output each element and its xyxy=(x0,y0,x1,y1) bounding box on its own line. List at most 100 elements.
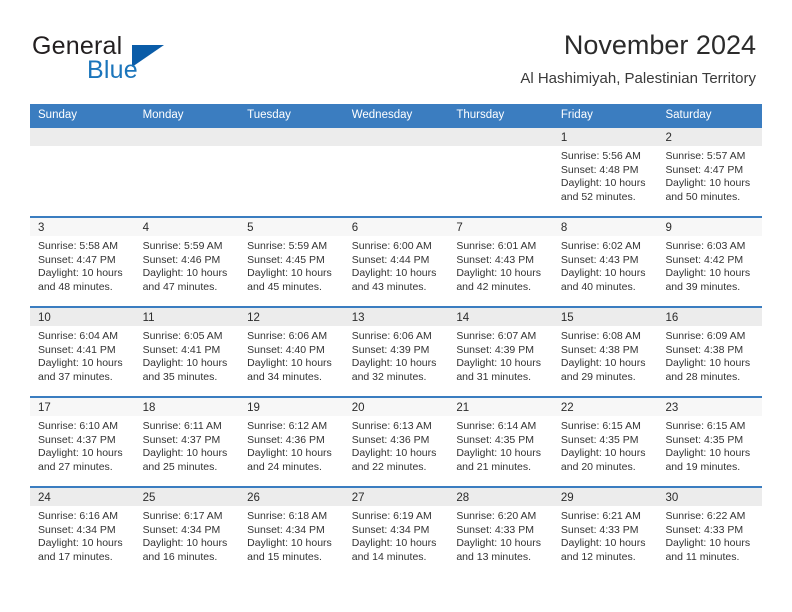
sunrise-text: Sunrise: 6:04 AM xyxy=(38,330,118,342)
daylight-text-line2: and 13 minutes. xyxy=(456,550,532,563)
sunrise-text: Sunrise: 5:59 AM xyxy=(142,240,223,252)
calendar-day-cell[interactable]: 24 Sunrise: 6:16 AM Sunset: 4:34 PM Dayligh… xyxy=(30,488,135,576)
day-number-band: 26 xyxy=(239,488,344,506)
calendar-day-cell[interactable]: 19 Sunrise: 6:12 AM Sunset: 4:36 PM Dayligh… xyxy=(239,398,344,486)
calendar-day-cell[interactable]: 7 Sunrise: 6:01 AM Sunset: 4:43 PM Daylight… xyxy=(448,218,553,306)
calendar-day-cell[interactable]: 5 Sunrise: 5:59 AM Sunset: 4:45 PM Daylight… xyxy=(239,218,344,306)
day-number: 22 xyxy=(560,402,574,414)
day-number-band: 10 xyxy=(30,308,135,326)
calendar-day-cell[interactable]: 2 Sunrise: 5:57 AM Sunset: 4:47 PM Daylight… xyxy=(657,128,763,216)
calendar-day-cell[interactable]: 3 Sunrise: 5:58 AM Sunset: 4:47 PM Daylight… xyxy=(30,218,135,306)
calendar-day-cell[interactable]: 28 Sunrise: 6:20 AM Sunset: 4:33 PM Dayligh… xyxy=(448,488,553,576)
day-number-band: 18 xyxy=(134,398,240,416)
day-number-band: 15 xyxy=(552,308,658,326)
calendar-day-cell[interactable]: 20 Sunrise: 6:13 AM Sunset: 4:36 PM Dayligh… xyxy=(343,398,449,486)
daylight-text-line1: Daylight: 10 hours xyxy=(665,177,751,190)
calendar-page: General Blue November 2024 Al Hashimiyah… xyxy=(0,0,792,612)
calendar-day-cell[interactable]: 30 Sunrise: 6:22 AM Sunset: 4:33 PM Dayligh… xyxy=(657,488,763,576)
calendar-day-cell[interactable]: 1 Sunrise: 5:56 AM Sunset: 4:48 PM Daylight… xyxy=(552,128,658,216)
calendar-day-cell[interactable]: 4 Sunrise: 5:59 AM Sunset: 4:46 PM Daylight… xyxy=(134,218,240,306)
daylight-text-line1: Daylight: 10 hours xyxy=(456,447,541,460)
calendar-day-cell[interactable]: 21 Sunrise: 6:14 AM Sunset: 4:35 PM Dayligh… xyxy=(448,398,553,486)
brand-logo[interactable]: General Blue xyxy=(32,32,262,88)
day-sun-info: Sunrise: 6:17 AM Sunset: 4:34 PM Daylight:… xyxy=(135,506,240,564)
sunrise-text: Sunrise: 6:11 AM xyxy=(142,420,222,432)
daylight-text-line1: Daylight: 10 hours xyxy=(247,267,332,280)
sunrise-text: Sunrise: 6:08 AM xyxy=(560,330,641,342)
day-number-band: 12 xyxy=(239,308,344,326)
day-sun-info: Sunrise: 6:15 AM Sunset: 4:35 PM Daylight:… xyxy=(657,416,762,474)
sunset-text: Sunset: 4:33 PM xyxy=(560,523,639,536)
sunrise-text: Sunrise: 6:21 AM xyxy=(560,510,641,522)
day-number-band xyxy=(343,128,449,146)
calendar-day-cell-empty xyxy=(239,128,344,216)
daylight-text-line2: and 43 minutes. xyxy=(351,280,427,293)
daylight-text-line1: Daylight: 10 hours xyxy=(247,537,332,550)
weekday-header-sunday: Sunday xyxy=(38,109,78,121)
sunrise-text: Sunrise: 5:59 AM xyxy=(247,240,328,252)
sunrise-text: Sunrise: 5:57 AM xyxy=(665,150,746,162)
day-sun-info: Sunrise: 6:07 AM Sunset: 4:39 PM Daylight:… xyxy=(448,326,553,384)
daylight-text-line1: Daylight: 10 hours xyxy=(560,537,646,550)
sunset-text: Sunset: 4:41 PM xyxy=(38,343,116,356)
day-number-band: 20 xyxy=(343,398,449,416)
daylight-text-line1: Daylight: 10 hours xyxy=(456,537,541,550)
calendar-day-cell[interactable]: 17 Sunrise: 6:10 AM Sunset: 4:37 PM Dayligh… xyxy=(30,398,135,486)
sunrise-text: Sunrise: 6:01 AM xyxy=(456,240,537,252)
calendar-day-cell[interactable]: 15 Sunrise: 6:08 AM Sunset: 4:38 PM Dayligh… xyxy=(552,308,658,396)
calendar-day-cell[interactable]: 11 Sunrise: 6:05 AM Sunset: 4:41 PM Dayligh… xyxy=(134,308,240,396)
day-sun-info: Sunrise: 5:57 AM Sunset: 4:47 PM Daylight:… xyxy=(657,146,762,204)
day-number-band: 13 xyxy=(343,308,449,326)
calendar-day-cell[interactable]: 8 Sunrise: 6:02 AM Sunset: 4:43 PM Daylight… xyxy=(552,218,658,306)
calendar-grid: Sunday Monday Tuesday Wednesday Thursday… xyxy=(30,104,763,576)
sunset-text: Sunset: 4:47 PM xyxy=(38,253,116,266)
daylight-text-line2: and 19 minutes. xyxy=(665,460,741,473)
daylight-text-line2: and 50 minutes. xyxy=(665,190,741,203)
calendar-day-cell[interactable]: 6 Sunrise: 6:00 AM Sunset: 4:44 PM Daylight… xyxy=(343,218,449,306)
day-number: 4 xyxy=(142,222,149,234)
sunrise-text: Sunrise: 6:14 AM xyxy=(456,420,537,432)
day-number: 13 xyxy=(351,312,365,324)
day-number: 17 xyxy=(38,402,51,414)
calendar-day-cell[interactable]: 29 Sunrise: 6:21 AM Sunset: 4:33 PM Dayligh… xyxy=(552,488,658,576)
sunset-text: Sunset: 4:38 PM xyxy=(665,343,744,356)
daylight-text-line1: Daylight: 10 hours xyxy=(560,267,646,280)
sunrise-text: Sunrise: 6:00 AM xyxy=(351,240,432,252)
day-sun-info: Sunrise: 6:11 AM Sunset: 4:37 PM Daylight:… xyxy=(135,416,240,474)
day-sun-info: Sunrise: 6:00 AM Sunset: 4:44 PM Daylight:… xyxy=(344,236,449,294)
daylight-text-line1: Daylight: 10 hours xyxy=(247,447,332,460)
day-sun-info: Sunrise: 6:18 AM Sunset: 4:34 PM Daylight:… xyxy=(239,506,344,564)
day-number-band: 14 xyxy=(448,308,553,326)
day-sun-info: Sunrise: 6:16 AM Sunset: 4:34 PM Daylight:… xyxy=(30,506,135,564)
calendar-day-cell[interactable]: 13 Sunrise: 6:06 AM Sunset: 4:39 PM Dayligh… xyxy=(343,308,449,396)
calendar-day-cell[interactable]: 26 Sunrise: 6:18 AM Sunset: 4:34 PM Dayligh… xyxy=(239,488,344,576)
day-sun-info: Sunrise: 6:08 AM Sunset: 4:38 PM Daylight:… xyxy=(553,326,658,384)
day-number-band: 24 xyxy=(30,488,135,506)
daylight-text-line2: and 40 minutes. xyxy=(560,280,636,293)
day-number: 7 xyxy=(456,222,463,234)
day-number: 10 xyxy=(38,312,51,324)
calendar-day-cell[interactable]: 16 Sunrise: 6:09 AM Sunset: 4:38 PM Dayligh… xyxy=(657,308,763,396)
daylight-text-line1: Daylight: 10 hours xyxy=(142,537,228,550)
calendar-day-cell[interactable]: 18 Sunrise: 6:11 AM Sunset: 4:37 PM Dayligh… xyxy=(134,398,240,486)
calendar-day-cell[interactable]: 14 Sunrise: 6:07 AM Sunset: 4:39 PM Dayligh… xyxy=(448,308,553,396)
calendar-day-cell[interactable]: 10 Sunrise: 6:04 AM Sunset: 4:41 PM Dayligh… xyxy=(30,308,135,396)
calendar-day-cell[interactable]: 25 Sunrise: 6:17 AM Sunset: 4:34 PM Dayligh… xyxy=(134,488,240,576)
day-number-band: 4 xyxy=(134,218,240,236)
daylight-text-line1: Daylight: 10 hours xyxy=(456,357,541,370)
daylight-text-line2: and 37 minutes. xyxy=(38,370,113,383)
daylight-text-line2: and 16 minutes. xyxy=(142,550,218,563)
daylight-text-line2: and 35 minutes. xyxy=(142,370,218,383)
calendar-day-cell[interactable]: 22 Sunrise: 6:15 AM Sunset: 4:35 PM Dayligh… xyxy=(552,398,658,486)
daylight-text-line2: and 34 minutes. xyxy=(247,370,322,383)
sunset-text: Sunset: 4:36 PM xyxy=(247,433,325,446)
calendar-day-cell-empty xyxy=(448,128,553,216)
calendar-day-cell[interactable]: 12 Sunrise: 6:06 AM Sunset: 4:40 PM Dayligh… xyxy=(239,308,344,396)
calendar-day-cell[interactable]: 9 Sunrise: 6:03 AM Sunset: 4:42 PM Daylight… xyxy=(657,218,763,306)
day-number: 21 xyxy=(456,402,470,414)
calendar-day-cell[interactable]: 23 Sunrise: 6:15 AM Sunset: 4:35 PM Dayligh… xyxy=(657,398,763,486)
day-number: 27 xyxy=(351,492,365,504)
daylight-text-line1: Daylight: 10 hours xyxy=(142,447,228,460)
calendar-day-cell[interactable]: 27 Sunrise: 6:19 AM Sunset: 4:34 PM Dayligh… xyxy=(343,488,449,576)
sunrise-text: Sunrise: 6:02 AM xyxy=(560,240,641,252)
